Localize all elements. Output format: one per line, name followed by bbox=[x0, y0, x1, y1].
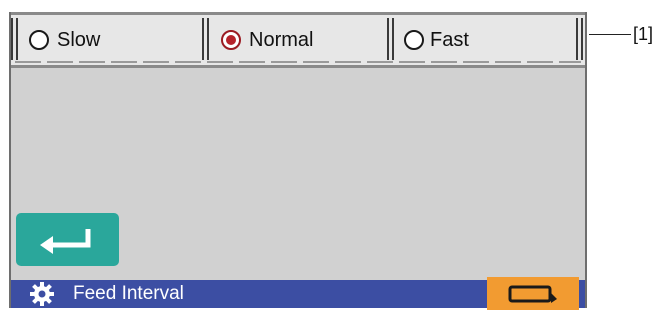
gear-icon bbox=[29, 281, 55, 307]
radio-slow[interactable] bbox=[29, 30, 49, 50]
speed-segmented-control: Slow Normal Fast bbox=[11, 12, 585, 68]
option-slow-label: Slow bbox=[57, 28, 101, 51]
segment-underline bbox=[15, 61, 581, 63]
switch-icon bbox=[508, 285, 557, 303]
option-normal-label: Normal bbox=[249, 28, 314, 51]
option-fast[interactable]: Fast bbox=[392, 15, 572, 65]
device-screen: Slow Normal Fast Feed Interval bbox=[9, 12, 587, 310]
enter-button[interactable] bbox=[16, 213, 119, 266]
enter-icon bbox=[39, 228, 90, 254]
option-fast-label: Fast bbox=[430, 28, 469, 51]
radio-fast[interactable] bbox=[404, 30, 424, 50]
option-slow[interactable]: Slow bbox=[15, 15, 203, 65]
segment-divider bbox=[576, 18, 583, 60]
callout-label: [1] bbox=[633, 24, 654, 44]
screen-title: Feed Interval bbox=[73, 283, 184, 304]
radio-normal-selected[interactable] bbox=[221, 30, 241, 50]
option-normal[interactable]: Normal bbox=[207, 15, 385, 65]
switch-button[interactable] bbox=[487, 277, 579, 310]
bottom-bar: Feed Interval bbox=[11, 277, 585, 310]
callout-line bbox=[589, 34, 631, 35]
